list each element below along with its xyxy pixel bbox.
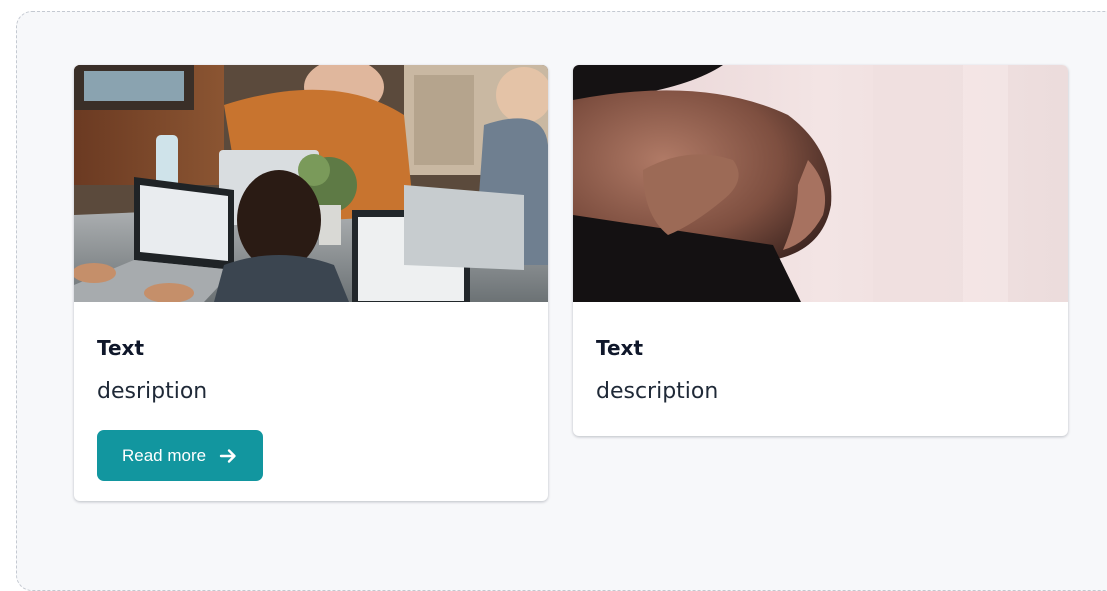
card-title: Text — [596, 336, 644, 360]
card-title: Text — [97, 336, 145, 360]
card-description: desrip­tion — [97, 379, 208, 404]
card-image-office — [74, 65, 548, 302]
card-image-pregnancy — [573, 65, 1068, 302]
arrow-right-icon — [219, 448, 236, 463]
office-photo — [74, 65, 548, 302]
card-pregnancy: Text description — [573, 65, 1068, 436]
read-more-button[interactable]: Read more — [97, 430, 264, 481]
pregnancy-photo — [573, 65, 1068, 302]
read-more-label: Read more — [122, 445, 207, 465]
card-office-team: Text desrip­tion Read more — [74, 65, 548, 501]
card-description: description — [596, 379, 719, 404]
